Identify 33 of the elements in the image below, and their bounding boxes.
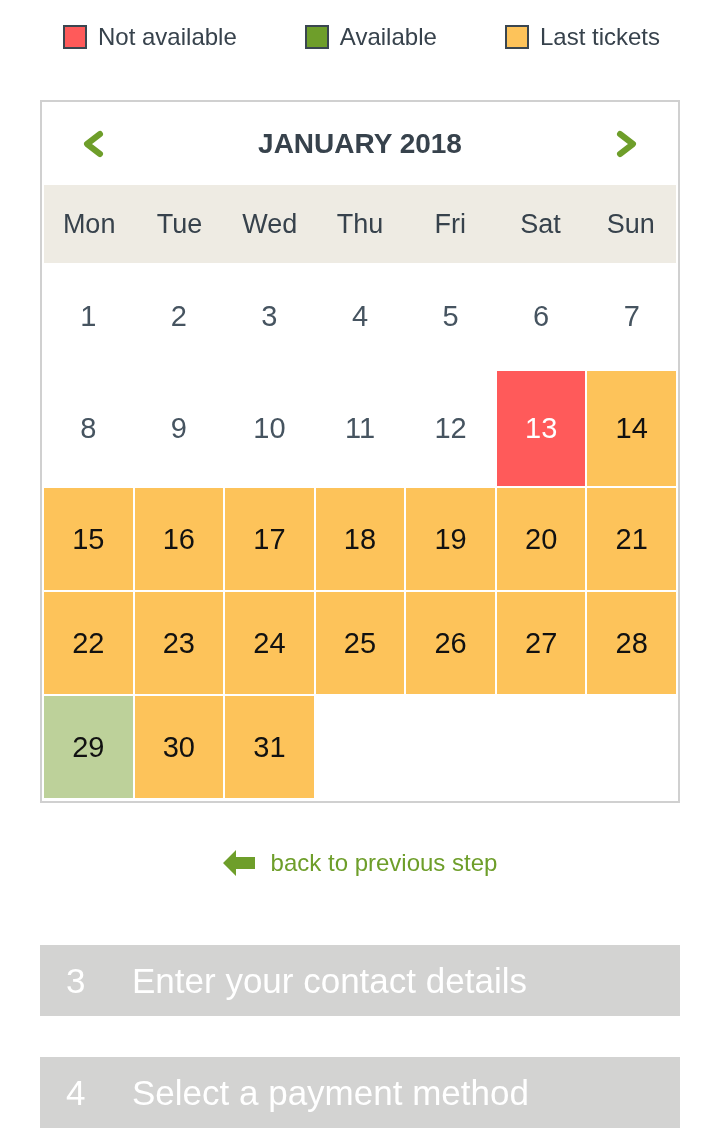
day-cell[interactable]: 27	[496, 592, 586, 694]
day-cell: 13	[496, 371, 586, 486]
day-cell[interactable]: 14	[587, 371, 676, 486]
day-cell[interactable]: 28	[587, 592, 676, 694]
weekday-label: Sat	[520, 208, 561, 240]
day-cell[interactable]: 23	[134, 592, 224, 694]
day-cell[interactable]: 21	[587, 488, 676, 590]
month-title: JANUARY 2018	[258, 127, 462, 160]
chevron-left-icon[interactable]	[81, 129, 105, 158]
day-cell[interactable]: 29	[44, 696, 133, 798]
day-cell[interactable]: 19	[406, 488, 495, 590]
day-cell[interactable]: 31	[225, 696, 314, 798]
day-cell[interactable]: 20	[496, 488, 586, 590]
chevron-right-icon[interactable]	[615, 129, 639, 158]
day-cell[interactable]: 24	[225, 592, 314, 694]
day-cell[interactable]: 25	[315, 592, 405, 694]
day-cell[interactable]: 15	[44, 488, 133, 590]
day-cell[interactable]: 17	[225, 488, 314, 590]
legend-label: Last tickets	[539, 23, 660, 51]
legend-label: Available	[339, 23, 437, 51]
day-cell[interactable]: 26	[406, 592, 495, 694]
weekday-label: Wed	[242, 208, 298, 240]
legend-label: Not available	[98, 23, 237, 51]
arrow-left-icon	[222, 850, 255, 876]
day-cell[interactable]: 18	[315, 488, 405, 590]
weekday-label: Fri	[434, 208, 466, 240]
weekday-label: Thu	[336, 208, 384, 240]
day-cell[interactable]: 16	[134, 488, 224, 590]
day-cell[interactable]: 22	[44, 592, 133, 694]
weekday-label: Sun	[606, 208, 655, 240]
weekday-label: Mon	[62, 208, 116, 240]
weekday-label: Tue	[156, 208, 203, 240]
day-cell[interactable]: 30	[134, 696, 224, 798]
